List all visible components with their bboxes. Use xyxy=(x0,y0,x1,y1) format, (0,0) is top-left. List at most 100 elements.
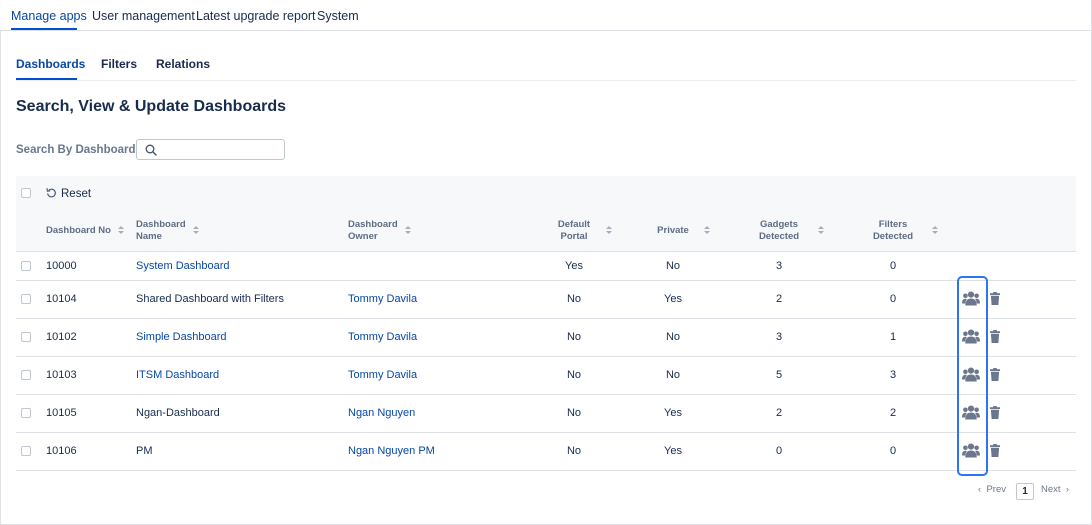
private-value: No xyxy=(665,369,681,381)
dashboard-no: 10103 xyxy=(46,369,77,381)
dashboard-owner-link[interactable]: Tommy Davila xyxy=(348,331,417,343)
gadgets-detected-value: 3 xyxy=(775,331,783,343)
active-subtab-indicator xyxy=(16,78,77,80)
table-row: 10106 PM Ngan Nguyen PM No Yes 0 0 xyxy=(16,433,1076,471)
private-value: Yes xyxy=(664,407,682,419)
row-checkbox[interactable] xyxy=(21,370,31,380)
trash-icon[interactable] xyxy=(990,406,1000,419)
prev-page-button[interactable]: ‹ Prev xyxy=(978,484,1006,495)
private-value: No xyxy=(665,260,681,272)
search-input[interactable] xyxy=(163,142,281,157)
private-value: Yes xyxy=(664,445,682,457)
trash-icon[interactable] xyxy=(990,330,1000,343)
dashboard-name: Ngan-Dashboard xyxy=(136,407,220,419)
default-portal-value: No xyxy=(566,293,582,305)
filters-detected-value: 1 xyxy=(889,331,897,343)
search-label: Search By Dashboard xyxy=(16,144,136,156)
chevron-right-icon: › xyxy=(1060,484,1069,495)
trash-icon[interactable] xyxy=(990,292,1000,305)
gadgets-detected-value: 2 xyxy=(775,407,783,419)
table-row: 10000 System Dashboard Yes No 3 0 xyxy=(16,252,1076,281)
tab-relations[interactable]: Relations xyxy=(156,57,210,71)
tab-system[interactable]: System xyxy=(317,9,359,23)
sort-icon[interactable] xyxy=(405,226,411,236)
dashboard-owner-link[interactable]: Tommy Davila xyxy=(348,293,417,305)
col-header-dashboard-no[interactable]: Dashboard No xyxy=(46,225,111,237)
top-nav: Manage apps User management Latest upgra… xyxy=(0,0,1092,31)
table-row: 10104 Shared Dashboard with Filters Tomm… xyxy=(16,281,1076,319)
col-header-private[interactable]: Private xyxy=(643,225,703,237)
private-value: Yes xyxy=(664,293,682,305)
search-icon xyxy=(145,144,157,156)
filters-detected-value: 0 xyxy=(889,260,897,272)
table-toolbar: Reset xyxy=(16,176,1076,210)
sort-icon[interactable] xyxy=(193,226,199,236)
gadgets-detected-value: 0 xyxy=(775,445,783,457)
col-header-filters-detected[interactable]: Filters Detected xyxy=(863,219,923,243)
dashboard-owner-link[interactable]: Ngan Nguyen PM xyxy=(348,445,435,457)
default-portal-value: Yes xyxy=(565,260,583,272)
filters-detected-value: 3 xyxy=(889,369,897,381)
tab-manage-apps[interactable]: Manage apps xyxy=(11,9,87,23)
gadgets-detected-value: 3 xyxy=(775,260,783,272)
sort-icon[interactable] xyxy=(704,226,710,236)
row-checkbox[interactable] xyxy=(21,332,31,342)
active-tab-indicator xyxy=(11,28,77,30)
dashboard-name-link[interactable]: ITSM Dashboard xyxy=(136,369,219,381)
default-portal-value: No xyxy=(566,407,582,419)
row-checkbox[interactable] xyxy=(21,446,31,456)
table-header: Dashboard No Dashboard Name Dashboard Owne… xyxy=(16,210,1076,252)
page-title: Search, View & Update Dashboards xyxy=(16,98,287,115)
dashboard-name: PM xyxy=(136,445,153,457)
table-row: 10102 Simple Dashboard Tommy Davila No N… xyxy=(16,319,1076,357)
sub-tabs: Dashboards Filters Relations xyxy=(16,50,1076,81)
table-row: 10103 ITSM Dashboard Tommy Davila No No … xyxy=(16,357,1076,395)
default-portal-value: No xyxy=(566,369,582,381)
tab-filters[interactable]: Filters xyxy=(101,57,137,71)
sort-icon[interactable] xyxy=(932,226,938,236)
sort-icon[interactable] xyxy=(606,226,612,236)
dashboard-name-link[interactable]: System Dashboard xyxy=(136,260,230,272)
undo-icon xyxy=(46,188,56,198)
dashboard-no: 10105 xyxy=(46,407,77,419)
default-portal-value: No xyxy=(566,445,582,457)
col-header-gadgets-detected[interactable]: Gadgets Detected xyxy=(749,219,809,243)
tab-latest-upgrade-report[interactable]: Latest upgrade report xyxy=(196,9,316,23)
page-1-button[interactable]: 1 xyxy=(1016,483,1034,500)
tab-dashboards[interactable]: Dashboards xyxy=(16,57,85,71)
reset-label: Reset xyxy=(61,188,92,200)
sort-icon[interactable] xyxy=(818,226,824,236)
reset-button[interactable]: Reset xyxy=(46,187,91,200)
frame-border xyxy=(0,30,1,525)
dashboard-name-link[interactable]: Simple Dashboard xyxy=(136,331,227,343)
gadgets-detected-value: 2 xyxy=(775,293,783,305)
search-box[interactable] xyxy=(136,139,285,160)
col-header-dashboard-owner[interactable]: Dashboard Owner xyxy=(348,219,398,243)
filters-detected-value: 0 xyxy=(889,445,897,457)
dashboard-owner-link[interactable]: Tommy Davila xyxy=(348,369,417,381)
next-page-button[interactable]: Next › xyxy=(1041,484,1069,495)
private-value: No xyxy=(665,331,681,343)
trash-icon[interactable] xyxy=(990,444,1000,457)
dashboard-no: 10106 xyxy=(46,445,77,457)
highlight-box xyxy=(957,276,988,476)
dashboard-name: Shared Dashboard with Filters xyxy=(136,293,284,305)
row-checkbox[interactable] xyxy=(21,294,31,304)
trash-icon[interactable] xyxy=(990,368,1000,381)
tab-user-management[interactable]: User management xyxy=(92,9,195,23)
select-all-checkbox[interactable] xyxy=(21,188,31,198)
row-checkbox[interactable] xyxy=(21,261,31,271)
dashboard-no: 10102 xyxy=(46,331,77,343)
table-row: 10105 Ngan-Dashboard Ngan Nguyen No Yes … xyxy=(16,395,1076,433)
row-checkbox[interactable] xyxy=(21,408,31,418)
dashboard-owner-link[interactable]: Ngan Nguyen xyxy=(348,407,415,419)
dashboard-no: 10000 xyxy=(46,260,77,272)
gadgets-detected-value: 5 xyxy=(775,369,783,381)
dashboard-no: 10104 xyxy=(46,293,77,305)
filters-detected-value: 0 xyxy=(889,293,897,305)
sort-icon[interactable] xyxy=(118,226,124,236)
col-header-default-portal[interactable]: Default Portal xyxy=(544,219,604,243)
filters-detected-value: 2 xyxy=(889,407,897,419)
col-header-dashboard-name[interactable]: Dashboard Name xyxy=(136,219,186,243)
default-portal-value: No xyxy=(566,331,582,343)
